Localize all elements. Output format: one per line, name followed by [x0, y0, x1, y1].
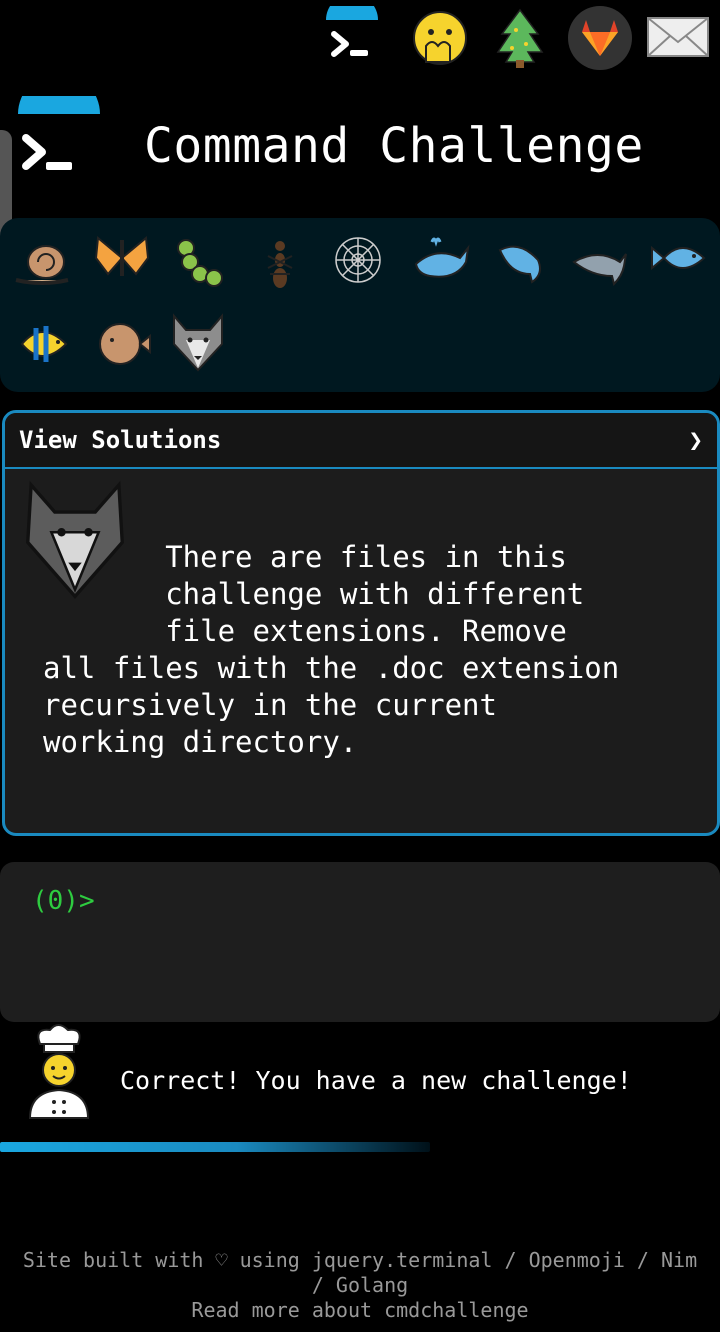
top-icon-bar	[0, 0, 720, 80]
butterfly-icon[interactable]	[90, 226, 154, 290]
gitlab-icon[interactable]	[568, 6, 632, 70]
solutions-panel: View Solutions ❯ There are files in this…	[2, 410, 720, 836]
terminal-icon[interactable]	[320, 6, 384, 70]
snail-icon[interactable]	[10, 232, 74, 296]
spider-web-icon[interactable]	[326, 228, 390, 292]
wolf-icon[interactable]	[166, 310, 230, 374]
read-more-link[interactable]: Read more about cmdchallenge	[0, 1298, 720, 1323]
progress-bar	[0, 1142, 430, 1152]
tree-icon[interactable]	[488, 6, 552, 70]
whale-icon[interactable]	[410, 228, 474, 292]
spouting-whale-icon[interactable]	[488, 228, 552, 292]
view-solutions-label: View Solutions	[19, 426, 222, 454]
fish-icon[interactable]	[648, 226, 712, 290]
dolphin-icon[interactable]	[568, 230, 632, 294]
page-header: Command Challenge	[0, 73, 720, 206]
caterpillar-icon[interactable]	[170, 232, 234, 296]
status-message: Correct! You have a new challenge!	[120, 1066, 632, 1095]
ant-icon[interactable]	[248, 232, 312, 296]
tropical-fish-icon[interactable]	[10, 312, 74, 376]
hand-over-mouth-icon[interactable]	[408, 6, 472, 70]
challenge-description: There are files in this challenge with d…	[43, 540, 620, 759]
blowfish-icon[interactable]	[90, 312, 154, 376]
footer-credits-cont[interactable]: / Golang	[0, 1273, 720, 1298]
chevron-right-icon[interactable]: ❯	[689, 426, 703, 454]
footer-credits[interactable]: Site built with ♡ using jquery.terminal …	[0, 1248, 720, 1273]
terminal-logo-icon[interactable]	[14, 73, 104, 186]
view-solutions-header[interactable]: View Solutions ❯	[5, 413, 717, 469]
terminal-input[interactable]: (0)>	[0, 862, 720, 1022]
badge-collection	[0, 218, 720, 392]
page-title: Command Challenge	[144, 118, 644, 174]
mail-icon[interactable]	[646, 6, 710, 70]
footer: Site built with ♡ using jquery.terminal …	[0, 1248, 720, 1323]
chef-icon	[26, 1024, 92, 1120]
status-area: Correct! You have a new challenge!	[0, 1024, 720, 1124]
terminal-prompt: (0)>	[32, 886, 95, 916]
